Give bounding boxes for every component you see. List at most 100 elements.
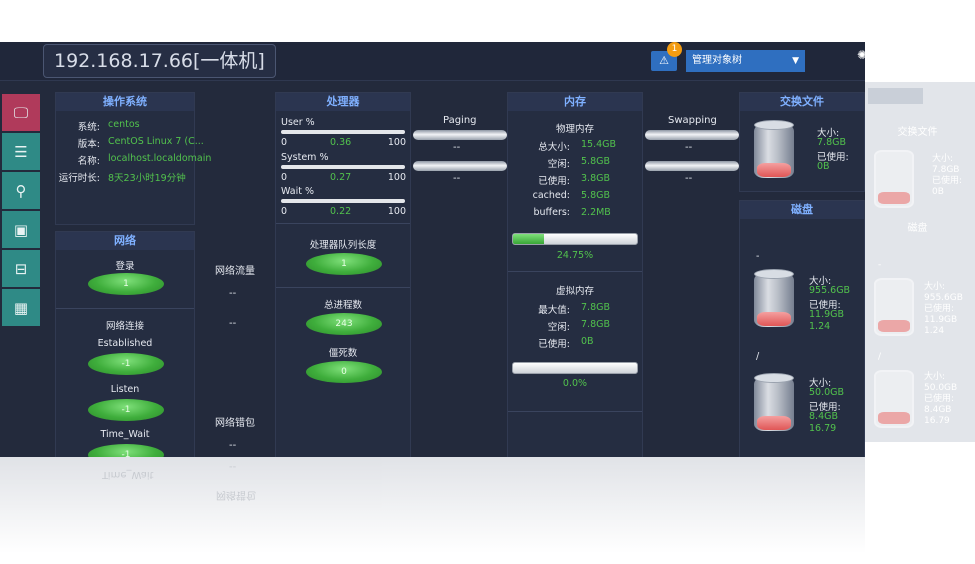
os-panel: 操作系统 系统: centos 版本: CentOS Linux 7 (C...…	[55, 92, 211, 225]
virt-used-value: 0B	[581, 336, 594, 347]
system-min: 0	[281, 172, 288, 183]
virt-usage-bar	[512, 362, 638, 374]
network-panel: 网络 登录 1 网络连接 Established -1 Listen -1 Ti…	[55, 231, 195, 457]
ghost-d1-used-label: 已使用:	[924, 304, 955, 314]
ghost-swap-used-label: 已使用:	[932, 176, 963, 186]
system-max: 100	[387, 172, 406, 183]
net-flow-title: 网络流量	[215, 266, 255, 277]
listen-value-pill: -1	[88, 399, 164, 421]
proc-value-pill: 243	[306, 313, 382, 335]
phys-title: 物理内存	[555, 124, 594, 135]
disk1-size-value: 955.6GB	[809, 285, 851, 296]
mem-total-value: 15.4GB	[581, 139, 617, 150]
ghost-disk-title: 磁盘	[907, 223, 928, 234]
monitor-icon: 🖵	[13, 103, 29, 122]
net-flow-v1: --	[229, 288, 237, 299]
host-address: 192.168.17.66[一体机]	[43, 44, 276, 78]
main-window: 192.168.17.66[一体机] ⚠ 1 管理对象树 ▼ ✺ 🖵 ☰ ⚲ ▣…	[0, 42, 865, 457]
virt-free-label: 空闲:	[547, 322, 570, 333]
virt-free-value: 7.8GB	[581, 319, 610, 330]
net-error-title: 网络错包	[215, 418, 255, 429]
swap-file-panel: 交换文件 大小: 7.8GB 已使用: 0B	[739, 92, 865, 192]
reflection: Time_Wait 网络错包 --	[0, 457, 865, 564]
memory-separator-2	[508, 411, 642, 412]
os-uptime-label: 运行时长:	[58, 173, 100, 184]
background-window: 交换文件 大小: 7.8GB 已使用: 0B 磁盘 - 大小: 955.6GB …	[860, 82, 975, 442]
user-label: User %	[281, 117, 315, 128]
mem-buffers-label: buffers:	[533, 207, 571, 218]
title-bar: 192.168.17.66[一体机] ⚠ 1 管理对象树 ▼ ✺	[0, 42, 865, 81]
nav-table-button[interactable]: ▦	[2, 289, 40, 326]
disk2-name: /	[756, 351, 760, 362]
ghost-swap-used: 0B	[932, 187, 944, 197]
alarm-count-badge: 1	[667, 42, 682, 57]
system-bar	[281, 165, 405, 169]
object-tree-select[interactable]: 管理对象树 ▼	[686, 50, 805, 72]
nav-monitor-button[interactable]: 🖵	[2, 94, 40, 131]
ghost-swap-title: 交换文件	[897, 127, 938, 138]
net-flow-v2: --	[229, 318, 237, 329]
mem-used-value: 3.8GB	[581, 173, 610, 184]
mem-cached-value: 5.8GB	[581, 190, 610, 201]
swapping-v2: --	[685, 173, 693, 184]
nav-network-button[interactable]: ⚲	[2, 172, 40, 209]
user-value: 0.36	[330, 137, 352, 148]
swapping-label: Swapping	[668, 115, 717, 126]
os-title: 操作系统	[56, 93, 194, 111]
reflect-err: 网络错包	[216, 489, 256, 500]
os-system-value: centos	[108, 119, 140, 130]
os-uptime-value: 8天23小时19分钟	[108, 173, 186, 184]
net-error-v1: --	[229, 440, 237, 451]
login-value-pill: 1	[88, 273, 164, 295]
os-name-label: 名称:	[77, 156, 100, 167]
memory-separator-1	[508, 271, 642, 272]
nav-storage-button[interactable]: ▣	[2, 211, 40, 248]
mem-used-label: 已使用:	[538, 176, 570, 187]
os-version-label: 版本:	[77, 139, 100, 150]
gear-icon[interactable]: ✺	[857, 48, 865, 62]
proc-label: 总进程数	[323, 300, 362, 311]
nav-list-button[interactable]: ☰	[2, 133, 40, 170]
disk2-pct-value: 16.79	[809, 423, 837, 434]
virt-usage-text: 0.0%	[562, 378, 588, 389]
phys-usage-text: 24.75%	[556, 250, 594, 261]
os-system-label: 系统:	[77, 122, 100, 133]
warning-icon: ⚠	[659, 54, 669, 67]
ghost-d1-name: -	[878, 260, 882, 270]
conn-title: 网络连接	[105, 321, 144, 332]
established-label: Established	[97, 338, 153, 349]
wait-min: 0	[281, 206, 288, 217]
queue-value-pill: 1	[306, 253, 382, 275]
disk-icon: ⊟	[14, 259, 28, 278]
swap-used-value: 0B	[817, 161, 830, 172]
network-separator	[56, 308, 194, 309]
mem-free-value: 5.8GB	[581, 156, 610, 167]
user-max: 100	[387, 137, 406, 148]
ghost-d2-pct: 16.79	[924, 416, 950, 426]
ghost-disk1-jar	[874, 278, 914, 336]
phys-usage-fill	[513, 234, 544, 244]
disk1-name: -	[756, 251, 760, 262]
wait-label: Wait %	[281, 186, 315, 197]
ghost-select	[868, 88, 923, 104]
paging-v2: --	[453, 173, 461, 184]
disk2-jar	[754, 373, 794, 433]
swap-file-title: 交换文件	[740, 93, 864, 111]
ghost-d2-name: /	[878, 352, 882, 362]
listen-label: Listen	[110, 384, 140, 395]
nav-disk-button[interactable]: ⊟	[2, 250, 40, 287]
disk-title: 磁盘	[740, 201, 864, 219]
memory-panel: 内存 物理内存 总大小: 15.4GB 空闲: 5.8GB 已使用: 3.8GB…	[507, 92, 643, 457]
disk2-used-value: 8.4GB	[809, 411, 838, 422]
queue-label: 处理器队列长度	[309, 240, 377, 251]
cpu-separator-2	[276, 287, 410, 288]
os-version-value: CentOS Linux 7 (C...	[108, 136, 204, 147]
user-bar	[281, 130, 405, 134]
table-icon: ▦	[13, 298, 29, 317]
paging-v1: --	[453, 142, 461, 153]
ghost-d2-used-label: 已使用:	[924, 394, 955, 404]
cpu-separator-1	[276, 223, 410, 224]
wait-bar	[281, 199, 405, 203]
memory-title: 内存	[508, 93, 642, 111]
disk1-used-value: 11.9GB	[809, 309, 845, 320]
